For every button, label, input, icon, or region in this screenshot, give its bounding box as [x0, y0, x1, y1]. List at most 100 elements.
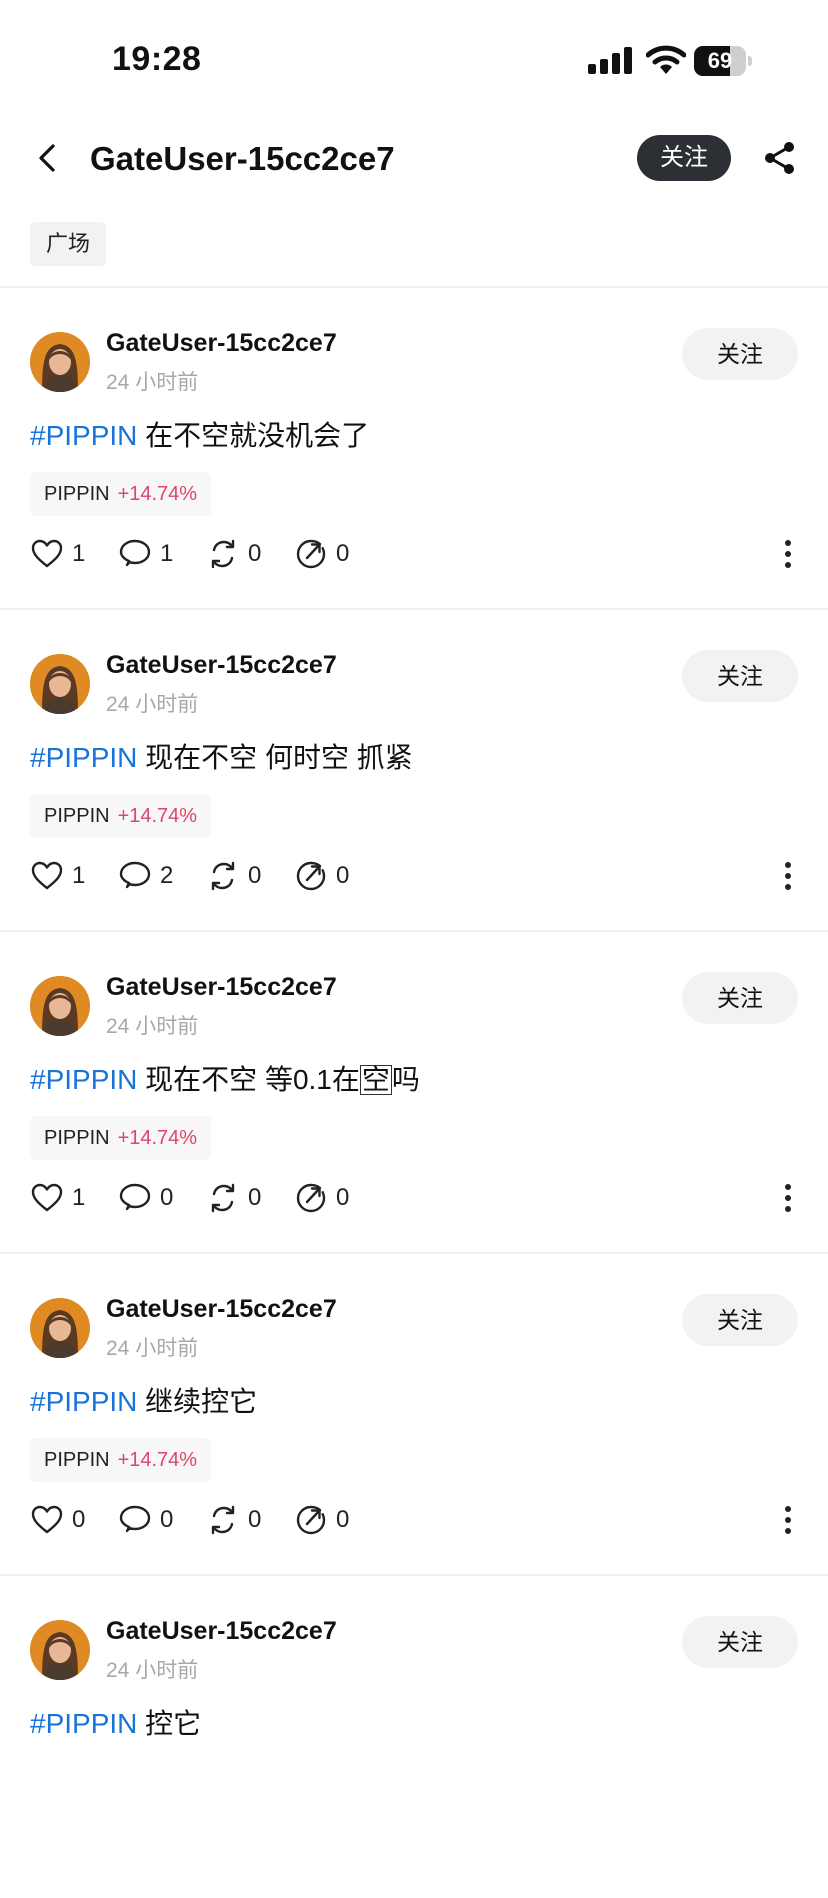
- repost-button[interactable]: 0: [206, 1180, 261, 1216]
- hashtag-link[interactable]: #PIPPIN: [30, 1386, 137, 1417]
- comment-icon: [119, 1183, 151, 1211]
- top-nav: GateUser-15cc2ce7 关注: [0, 120, 828, 200]
- post-text: 现在不空 何时空 抓紧: [145, 742, 413, 773]
- more-vertical-icon[interactable]: [776, 1180, 800, 1216]
- avatar[interactable]: [30, 654, 90, 714]
- more-vertical-icon[interactable]: [776, 536, 800, 572]
- forward-button[interactable]: 0: [294, 1502, 349, 1538]
- like-count: 1: [72, 1184, 86, 1211]
- post-card[interactable]: GateUser-15cc2ce7 24 小时前 关注 #PIPPIN 在不空就…: [0, 288, 828, 610]
- avatar[interactable]: [30, 1298, 90, 1358]
- coin-change: +14.74%: [117, 1449, 198, 1471]
- post-text-pre: 现在不空 等0.1在: [145, 1064, 360, 1095]
- forward-button[interactable]: 0: [294, 858, 349, 894]
- battery-level: 69: [707, 48, 733, 73]
- page-title: GateUser-15cc2ce7: [90, 140, 395, 177]
- coin-change: +14.74%: [117, 1127, 198, 1149]
- coin-chip[interactable]: PIPPIN +14.74%: [30, 1438, 212, 1482]
- repost-button[interactable]: 0: [206, 1502, 261, 1538]
- follow-button[interactable]: 关注: [682, 1294, 798, 1346]
- forward-button[interactable]: 0: [294, 1180, 349, 1216]
- coin-name: PIPPIN: [44, 1127, 110, 1149]
- avatar[interactable]: [30, 1620, 90, 1680]
- header-follow-button[interactable]: 关注: [637, 135, 731, 181]
- hashtag-link[interactable]: #PIPPIN: [30, 1064, 137, 1095]
- post-card[interactable]: GateUser-15cc2ce7 24 小时前 关注 #PIPPIN 控它: [0, 1576, 828, 1898]
- tab-bar: 广场: [30, 222, 107, 266]
- coin-name: PIPPIN: [44, 483, 110, 505]
- forward-icon: [296, 1505, 326, 1535]
- post-username[interactable]: GateUser-15cc2ce7: [106, 651, 337, 680]
- follow-button[interactable]: 关注: [682, 650, 798, 702]
- status-bar: 19:28 69: [0, 0, 828, 120]
- post-text-post: 吗: [391, 1064, 420, 1095]
- like-count: 0: [72, 1506, 86, 1533]
- chevron-left-icon[interactable]: [30, 140, 66, 176]
- comment-button[interactable]: 0: [118, 1502, 173, 1538]
- coin-chip[interactable]: PIPPIN +14.74%: [30, 794, 212, 838]
- coin-chip[interactable]: PIPPIN +14.74%: [30, 1116, 212, 1160]
- like-button[interactable]: 1: [30, 1180, 85, 1216]
- forward-icon: [296, 1183, 326, 1213]
- like-count: 1: [72, 540, 86, 567]
- post-time: 24 小时前: [106, 1337, 199, 1360]
- comment-button[interactable]: 0: [118, 1180, 173, 1216]
- repost-icon: [211, 1183, 235, 1213]
- forward-count: 0: [336, 862, 350, 889]
- post-time: 24 小时前: [106, 693, 199, 716]
- avatar[interactable]: [30, 332, 90, 392]
- like-button[interactable]: 1: [30, 536, 85, 572]
- more-vertical-icon[interactable]: [776, 858, 800, 894]
- comment-button[interactable]: 1: [118, 536, 173, 572]
- forward-count: 0: [336, 540, 350, 567]
- hashtag-link[interactable]: #PIPPIN: [30, 742, 137, 773]
- post-card[interactable]: GateUser-15cc2ce7 24 小时前 关注 #PIPPIN 现在不空…: [0, 610, 828, 932]
- post-username[interactable]: GateUser-15cc2ce7: [106, 1295, 337, 1324]
- repost-icon: [211, 539, 235, 569]
- follow-button[interactable]: 关注: [682, 1616, 798, 1668]
- coin-chip[interactable]: PIPPIN +14.74%: [30, 472, 212, 516]
- share-icon[interactable]: [762, 140, 798, 176]
- heart-icon: [31, 539, 63, 568]
- repost-button[interactable]: 0: [206, 858, 261, 894]
- repost-button[interactable]: 0: [206, 536, 261, 572]
- post-content: #PIPPIN 在不空就没机会了: [30, 414, 369, 454]
- post-card[interactable]: GateUser-15cc2ce7 24 小时前 关注 #PIPPIN 现在不空…: [0, 932, 828, 1254]
- heart-icon: [31, 1183, 63, 1212]
- comment-count: 1: [160, 540, 174, 567]
- follow-button[interactable]: 关注: [682, 972, 798, 1024]
- post-username[interactable]: GateUser-15cc2ce7: [106, 973, 337, 1002]
- post-username[interactable]: GateUser-15cc2ce7: [106, 329, 337, 358]
- coin-name: PIPPIN: [44, 805, 110, 827]
- post-username[interactable]: GateUser-15cc2ce7: [106, 1617, 337, 1646]
- repost-count: 0: [248, 540, 262, 567]
- like-button[interactable]: 1: [30, 858, 85, 894]
- follow-button[interactable]: 关注: [682, 328, 798, 380]
- coin-change: +14.74%: [117, 483, 198, 505]
- forward-button[interactable]: 0: [294, 536, 349, 572]
- comment-icon: [119, 861, 151, 889]
- post-content: #PIPPIN 现在不空 等0.1在空吗: [30, 1058, 420, 1098]
- repost-count: 0: [248, 1184, 262, 1211]
- heart-icon: [31, 1505, 63, 1534]
- repost-icon: [211, 861, 235, 891]
- avatar[interactable]: [30, 976, 90, 1036]
- post-content: #PIPPIN 现在不空 何时空 抓紧: [30, 736, 413, 776]
- post-text: 控它: [145, 1708, 202, 1739]
- battery-icon: 69: [694, 46, 752, 76]
- comment-icon: [119, 1505, 151, 1533]
- post-time: 24 小时前: [106, 1015, 199, 1038]
- post-actions: 1 1 0 0: [30, 536, 800, 572]
- post-content: #PIPPIN 继续控它: [30, 1380, 257, 1420]
- forward-icon: [296, 861, 326, 891]
- post-time: 24 小时前: [106, 1659, 199, 1682]
- more-vertical-icon[interactable]: [776, 1502, 800, 1538]
- hashtag-link[interactable]: #PIPPIN: [30, 1708, 137, 1739]
- post-card[interactable]: GateUser-15cc2ce7 24 小时前 关注 #PIPPIN 继续控它…: [0, 1254, 828, 1576]
- tab-square[interactable]: 广场: [30, 222, 107, 266]
- hashtag-link[interactable]: #PIPPIN: [30, 420, 137, 451]
- post-time: 24 小时前: [106, 371, 199, 394]
- post-actions: 0 0 0 0: [30, 1502, 800, 1538]
- comment-button[interactable]: 2: [118, 858, 173, 894]
- like-button[interactable]: 0: [30, 1502, 85, 1538]
